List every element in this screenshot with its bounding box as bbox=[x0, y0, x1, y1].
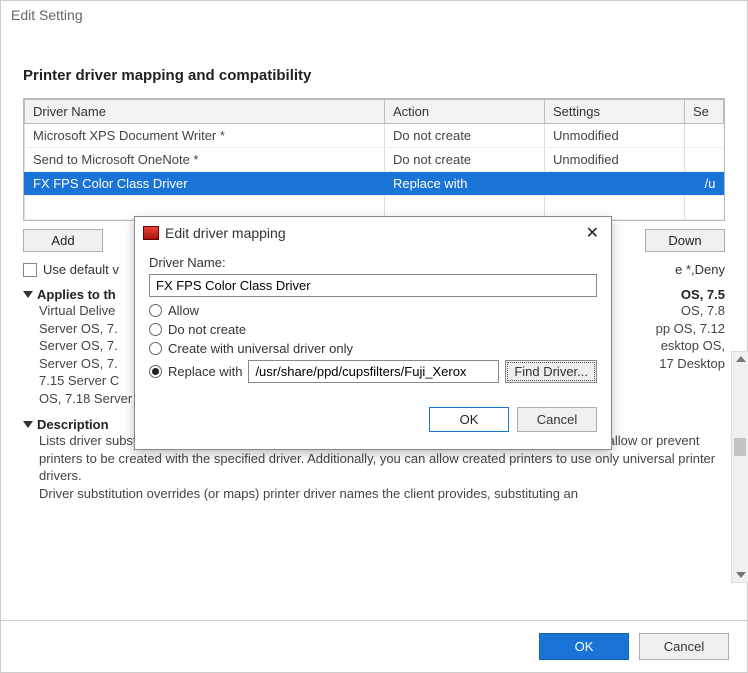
table-row[interactable]: Microsoft XPS Document Writer * Do not c… bbox=[25, 124, 724, 148]
col-driver-name[interactable]: Driver Name bbox=[25, 100, 385, 124]
col-settings[interactable]: Settings bbox=[545, 100, 685, 124]
find-driver-button[interactable]: Find Driver... bbox=[505, 360, 597, 383]
radio-universal-row[interactable]: Create with universal driver only bbox=[149, 341, 597, 356]
cell-action: Do not create bbox=[385, 148, 545, 172]
caret-down-icon bbox=[23, 291, 33, 298]
scroll-thumb[interactable] bbox=[734, 438, 746, 456]
edit-driver-mapping-dialog: Edit driver mapping ✕ Driver Name: Allow… bbox=[134, 216, 612, 450]
section-heading: Printer driver mapping and compatibility bbox=[23, 67, 725, 84]
driver-table: Driver Name Action Settings Se Microsoft… bbox=[24, 99, 724, 220]
down-button[interactable]: Down bbox=[645, 229, 725, 252]
dialog-footer: OK Cancel bbox=[135, 397, 611, 436]
window-title: Edit Setting bbox=[1, 1, 747, 29]
action-radios: Allow Do not create Create with universa… bbox=[149, 303, 597, 383]
table-row-selected[interactable]: FX FPS Color Class Driver Replace with /… bbox=[25, 172, 724, 196]
cell-action: Replace with bbox=[385, 172, 545, 196]
applies-to-title: Applies to th bbox=[37, 287, 116, 302]
ok-button[interactable]: OK bbox=[539, 633, 629, 660]
use-default-label-right: e *,Deny bbox=[675, 262, 725, 277]
radio-dont-label: Do not create bbox=[168, 322, 246, 337]
radio-universal-label: Create with universal driver only bbox=[168, 341, 353, 356]
radio-dont-row[interactable]: Do not create bbox=[149, 322, 597, 337]
radio-replace-label: Replace with bbox=[168, 364, 242, 379]
edit-setting-window: Edit Setting Printer driver mapping and … bbox=[0, 0, 748, 673]
driver-name-label: Driver Name: bbox=[149, 255, 597, 270]
close-icon[interactable]: ✕ bbox=[582, 223, 603, 243]
cell-settings: Unmodified bbox=[545, 124, 685, 148]
scroll-down-icon[interactable] bbox=[736, 572, 746, 578]
col-se[interactable]: Se bbox=[685, 100, 724, 124]
table-row[interactable]: Send to Microsoft OneNote * Do not creat… bbox=[25, 148, 724, 172]
dialog-header: Edit driver mapping ✕ bbox=[135, 217, 611, 249]
radio-replace-row[interactable]: Replace with Find Driver... bbox=[149, 360, 597, 383]
dialog-cancel-button[interactable]: Cancel bbox=[517, 407, 597, 432]
use-default-checkbox[interactable] bbox=[23, 263, 37, 277]
dialog-title: Edit driver mapping bbox=[165, 225, 286, 241]
col-action[interactable]: Action bbox=[385, 100, 545, 124]
footer-buttons: OK Cancel bbox=[1, 620, 747, 672]
cell-settings: Unmodified bbox=[545, 148, 685, 172]
cell-settings: /u bbox=[685, 172, 724, 196]
driver-table-panel: Driver Name Action Settings Se Microsoft… bbox=[23, 98, 725, 221]
radio-do-not-create[interactable] bbox=[149, 323, 162, 336]
radio-replace-with[interactable] bbox=[149, 365, 162, 378]
dialog-ok-button[interactable]: OK bbox=[429, 407, 509, 432]
caret-down-icon bbox=[23, 421, 33, 428]
radio-allow-label: Allow bbox=[168, 303, 199, 318]
driver-name-input[interactable] bbox=[149, 274, 597, 297]
cancel-button[interactable]: Cancel bbox=[639, 633, 729, 660]
description-title: Description bbox=[37, 417, 109, 432]
radio-universal[interactable] bbox=[149, 342, 162, 355]
vertical-scrollbar[interactable] bbox=[731, 351, 748, 583]
cell-driver: Microsoft XPS Document Writer * bbox=[25, 124, 385, 148]
printer-icon bbox=[143, 226, 159, 240]
add-button[interactable]: Add bbox=[23, 229, 103, 252]
cell-action: Do not create bbox=[385, 124, 545, 148]
replace-with-input[interactable] bbox=[248, 360, 499, 383]
use-default-label-left: Use default v bbox=[43, 262, 119, 277]
scroll-up-icon[interactable] bbox=[736, 356, 746, 362]
cell-driver: Send to Microsoft OneNote * bbox=[25, 148, 385, 172]
radio-allow-row[interactable]: Allow bbox=[149, 303, 597, 318]
radio-allow[interactable] bbox=[149, 304, 162, 317]
cell-driver: FX FPS Color Class Driver bbox=[25, 172, 385, 196]
dialog-body: Driver Name: Allow Do not create Create … bbox=[135, 249, 611, 397]
